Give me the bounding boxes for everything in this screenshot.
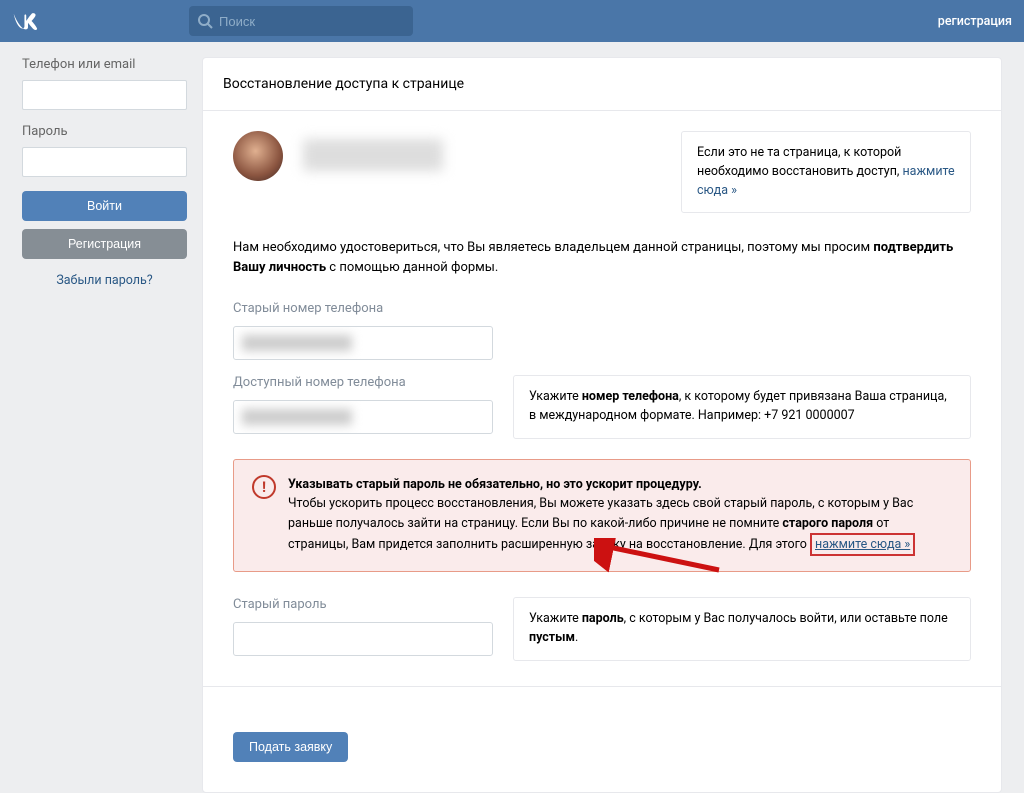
password-label: Пароль <box>22 124 187 139</box>
avatar <box>233 131 283 181</box>
avail-phone-input[interactable] <box>233 400 493 434</box>
old-password-input[interactable] <box>233 622 493 656</box>
search-icon <box>197 13 213 29</box>
instruction-text: Нам необходимо удостовериться, что Вы яв… <box>233 238 971 277</box>
content: Восстановление доступа к странице Если э… <box>202 57 1002 793</box>
warning-icon: ! <box>252 475 276 499</box>
header: регистрация <box>0 0 1024 42</box>
search-input[interactable] <box>189 6 413 36</box>
submit-button[interactable]: Подать заявку <box>233 732 348 762</box>
page-title: Восстановление доступа к странице <box>203 58 1001 111</box>
avail-phone-label: Доступный номер телефона <box>233 375 493 390</box>
phone-help-box: Укажите номер телефона, к которому будет… <box>513 375 971 439</box>
password-help-box: Укажите пароль, с которым у Вас получало… <box>513 597 971 661</box>
header-register-link[interactable]: регистрация <box>938 14 1012 29</box>
wrong-page-box: Если это не та страница, к которой необх… <box>681 131 971 213</box>
old-password-label: Старый пароль <box>233 597 493 612</box>
sidebar: Телефон или email Пароль Войти Регистрац… <box>22 57 187 793</box>
forgot-password-link[interactable]: Забыли пароль? <box>22 273 187 288</box>
warning-box: ! Указывать старый пароль не обязательно… <box>233 459 971 573</box>
profile-name <box>303 131 661 171</box>
login-button[interactable]: Войти <box>22 191 187 221</box>
arrow-annotation <box>594 538 724 578</box>
old-phone-label: Старый номер телефона <box>233 301 971 316</box>
phone-input[interactable] <box>22 80 187 110</box>
phone-label: Телефон или email <box>22 57 187 72</box>
extended-form-link[interactable]: нажмите сюда » <box>810 533 915 556</box>
vk-logo[interactable] <box>12 10 44 32</box>
old-phone-input[interactable] <box>233 326 493 360</box>
password-input[interactable] <box>22 147 187 177</box>
register-button[interactable]: Регистрация <box>22 229 187 259</box>
search-wrap <box>189 6 413 36</box>
